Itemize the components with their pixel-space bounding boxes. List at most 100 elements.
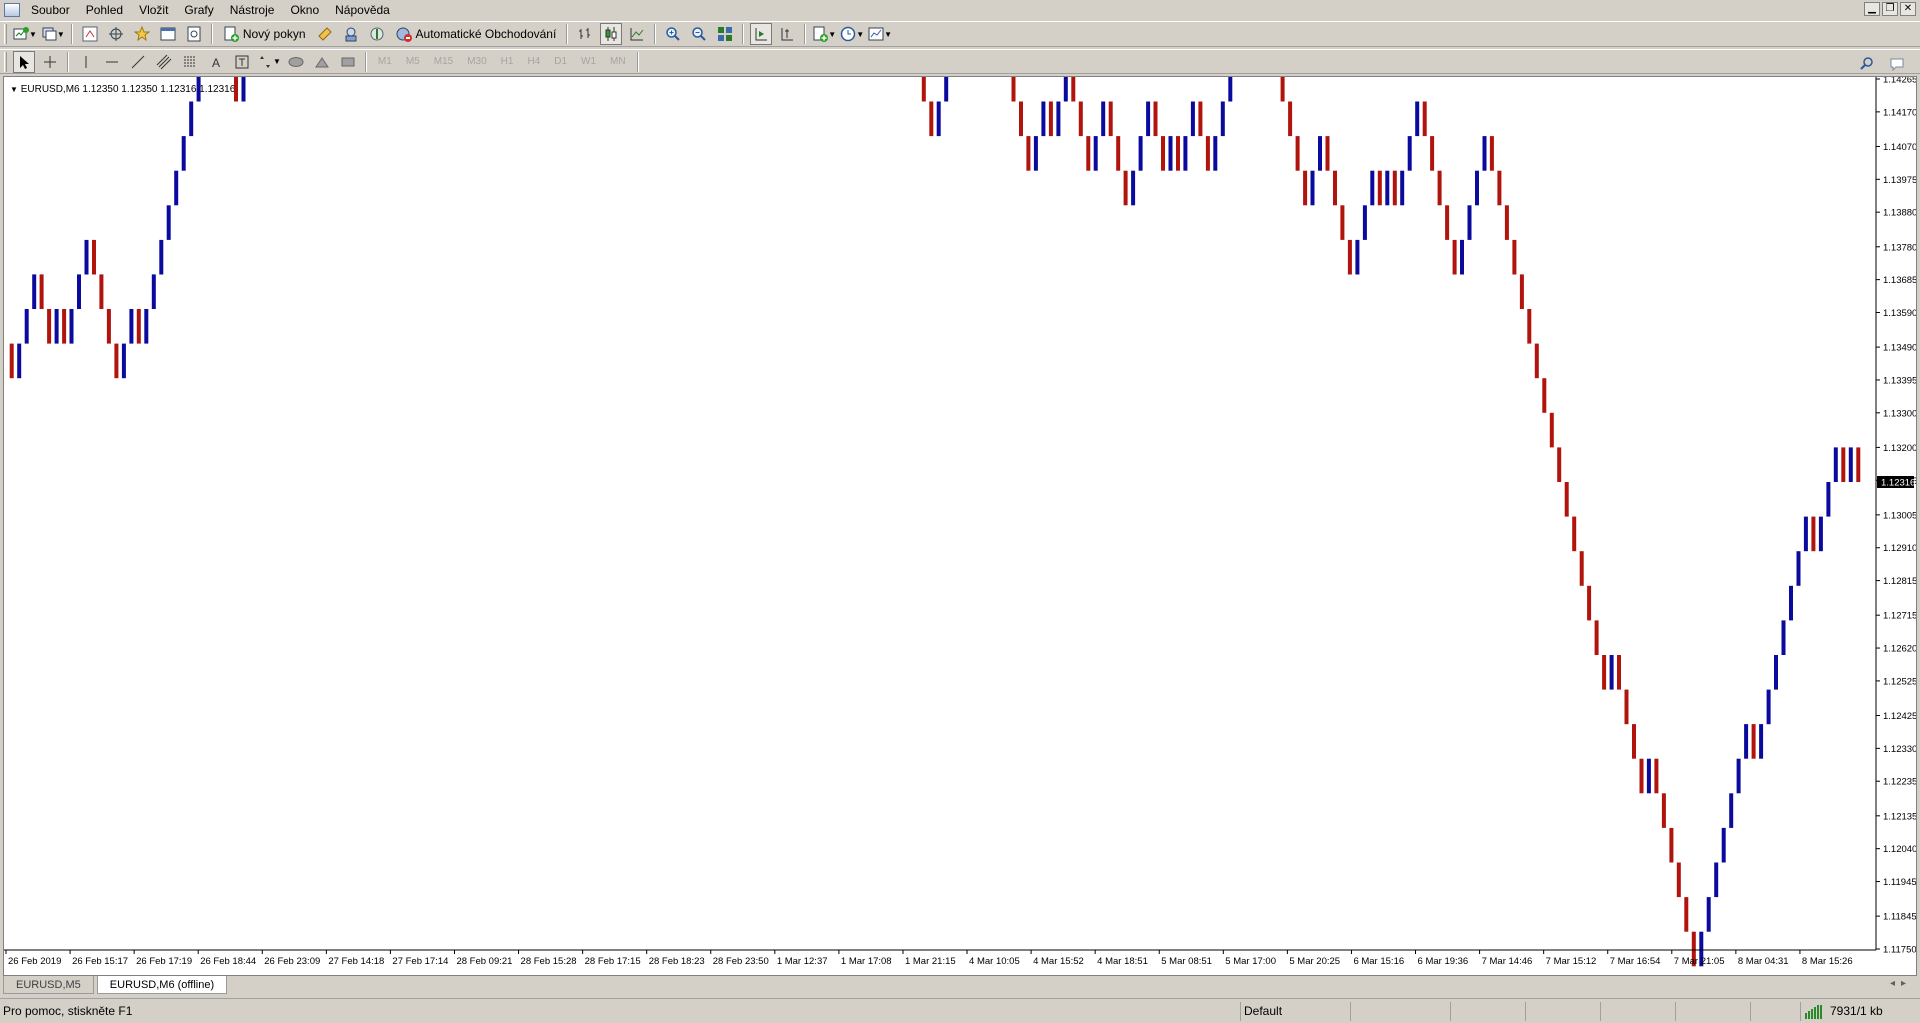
zoom-out-icon <box>692 27 707 41</box>
period-m15[interactable]: M15 <box>427 56 460 67</box>
fibonacci-button[interactable] <box>179 51 201 73</box>
renko-brick-down <box>1392 170 1397 206</box>
auto-scroll-button[interactable] <box>750 23 773 45</box>
menu-tools[interactable]: Nástroje <box>223 0 284 20</box>
chart-shift-button[interactable] <box>776 23 798 45</box>
crosshair-button[interactable] <box>39 51 61 73</box>
toolbar-separator <box>742 24 745 44</box>
ellipse-button[interactable] <box>285 51 307 73</box>
indicators-button[interactable]: ▼ <box>812 23 836 45</box>
search-button[interactable] <box>1856 53 1878 75</box>
zoom-in-button[interactable] <box>662 23 684 45</box>
profiles-button[interactable]: ▼ <box>41 23 65 45</box>
navigator-button[interactable] <box>131 23 153 45</box>
periods-button[interactable]: ▼ <box>840 23 864 45</box>
time-tick-label: 26 Feb 18:44 <box>200 956 256 967</box>
zoom-out-button[interactable] <box>688 23 710 45</box>
data-window-button[interactable] <box>105 23 127 45</box>
renko-brick-up <box>69 309 74 344</box>
vertical-line-button[interactable] <box>75 51 97 73</box>
period-w1[interactable]: W1 <box>574 56 603 67</box>
status-cell <box>1525 1002 1600 1021</box>
restore-icon[interactable]: ❐ <box>1882 2 1898 16</box>
text-label-button[interactable] <box>231 51 253 73</box>
renko-chart[interactable]: 1.14265 1.14170 1.14070 1.13975 1.13880 1.137… <box>4 77 1916 975</box>
menu-charts[interactable]: Grafy <box>177 0 222 20</box>
renko-brick-down <box>1377 170 1382 206</box>
price-tick-label: 1.12715 <box>1883 611 1916 622</box>
chart-bricks <box>9 77 1861 967</box>
price-tick-label: 1.13200 <box>1883 443 1916 454</box>
period-mn[interactable]: MN <box>603 56 633 67</box>
toolbar-separator <box>804 24 807 44</box>
renko-brick-down <box>1856 447 1861 482</box>
renko-brick-up <box>1759 724 1764 759</box>
candlestick-chart-button[interactable] <box>600 23 623 45</box>
new-chart-button[interactable]: ▼ <box>13 23 37 45</box>
toolbar-grip[interactable] <box>4 24 7 44</box>
templates-button[interactable]: ▼ <box>868 23 892 45</box>
tile-windows-button[interactable] <box>714 23 736 45</box>
triangle-button[interactable] <box>311 51 333 73</box>
menu-insert[interactable]: Vložit <box>132 0 177 20</box>
terminal-button[interactable] <box>157 23 179 45</box>
period-m30[interactable]: M30 <box>460 56 493 67</box>
text-button[interactable]: A <box>205 51 227 73</box>
period-h1[interactable]: H1 <box>494 56 521 67</box>
menu-file[interactable]: Soubor <box>24 0 79 20</box>
experts-button[interactable] <box>340 23 362 45</box>
trendline-button[interactable] <box>127 51 149 73</box>
rectangle-button[interactable] <box>337 51 359 73</box>
renko-brick-up <box>189 101 194 137</box>
tab-eurusd-m6-offline[interactable]: EURUSD,M6 (offline) <box>96 976 228 994</box>
horizontal-line-button[interactable] <box>101 51 123 73</box>
bar-chart-button[interactable] <box>574 23 596 45</box>
toolbar-grip[interactable] <box>4 51 7 72</box>
svg-text:A: A <box>212 56 220 70</box>
rectangle-icon <box>341 57 355 66</box>
close-icon[interactable]: ✕ <box>1900 2 1916 16</box>
renko-brick-down <box>1811 516 1816 552</box>
metaeditor-button[interactable] <box>314 23 336 45</box>
toolbar-separator <box>654 24 657 44</box>
status-connection[interactable]: 7931/1 kb <box>1800 1002 1918 1021</box>
menu-view[interactable]: Pohled <box>79 0 132 20</box>
status-cell <box>1350 1002 1450 1021</box>
tab-eurusd-m5[interactable]: EURUSD,M5 <box>3 976 94 994</box>
renko-brick-up <box>1183 136 1188 171</box>
app-icon[interactable] <box>4 3 20 17</box>
renko-brick-down <box>1325 136 1330 171</box>
new-order-button[interactable]: Nový pokyn <box>219 23 310 45</box>
menu-help[interactable]: Nápověda <box>328 0 399 20</box>
market-watch-button[interactable] <box>79 23 101 45</box>
equidistant-channel-button[interactable] <box>153 51 175 73</box>
zoom-in-icon <box>666 27 681 41</box>
period-d1[interactable]: D1 <box>547 56 574 67</box>
period-h4[interactable]: H4 <box>520 56 547 67</box>
strategy-tester-button[interactable] <box>183 23 205 45</box>
minimize-icon[interactable]: ▁ <box>1864 2 1880 16</box>
line-chart-button[interactable] <box>626 23 648 45</box>
chart-tabs: EURUSD,M5 EURUSD,M6 (offline) ◂▸ <box>0 976 1920 996</box>
text-icon: A <box>212 56 220 70</box>
chat-button[interactable] <box>1886 53 1908 75</box>
candlestick-icon <box>605 27 617 41</box>
chart-window[interactable]: ▼ EURUSD,M6 1.12350 1.12350 1.12316 1.12… <box>3 76 1917 976</box>
auto-trading-button[interactable]: Automatické Obchodování <box>392 23 561 45</box>
menu-window[interactable]: Okno <box>283 0 328 20</box>
renko-brick-up <box>1789 585 1793 621</box>
renko-brick-down <box>1026 136 1031 171</box>
cursor-button[interactable] <box>13 50 35 73</box>
renko-brick-up <box>1475 170 1479 206</box>
tile-windows-icon <box>718 27 733 41</box>
tab-scroll-arrows[interactable]: ◂▸ <box>1890 978 1912 989</box>
renko-brick-down <box>9 343 14 379</box>
arrows-button[interactable]: ▼ <box>257 51 281 73</box>
signals-button[interactable] <box>366 23 388 45</box>
period-m1[interactable]: M1 <box>371 56 399 67</box>
time-tick-label: 6 Mar 15:16 <box>1353 956 1404 967</box>
renko-brick-down <box>1512 239 1517 275</box>
period-m5[interactable]: M5 <box>399 56 427 67</box>
price-tick-label: 1.12815 <box>1883 576 1916 587</box>
renko-brick-down <box>1288 101 1293 137</box>
